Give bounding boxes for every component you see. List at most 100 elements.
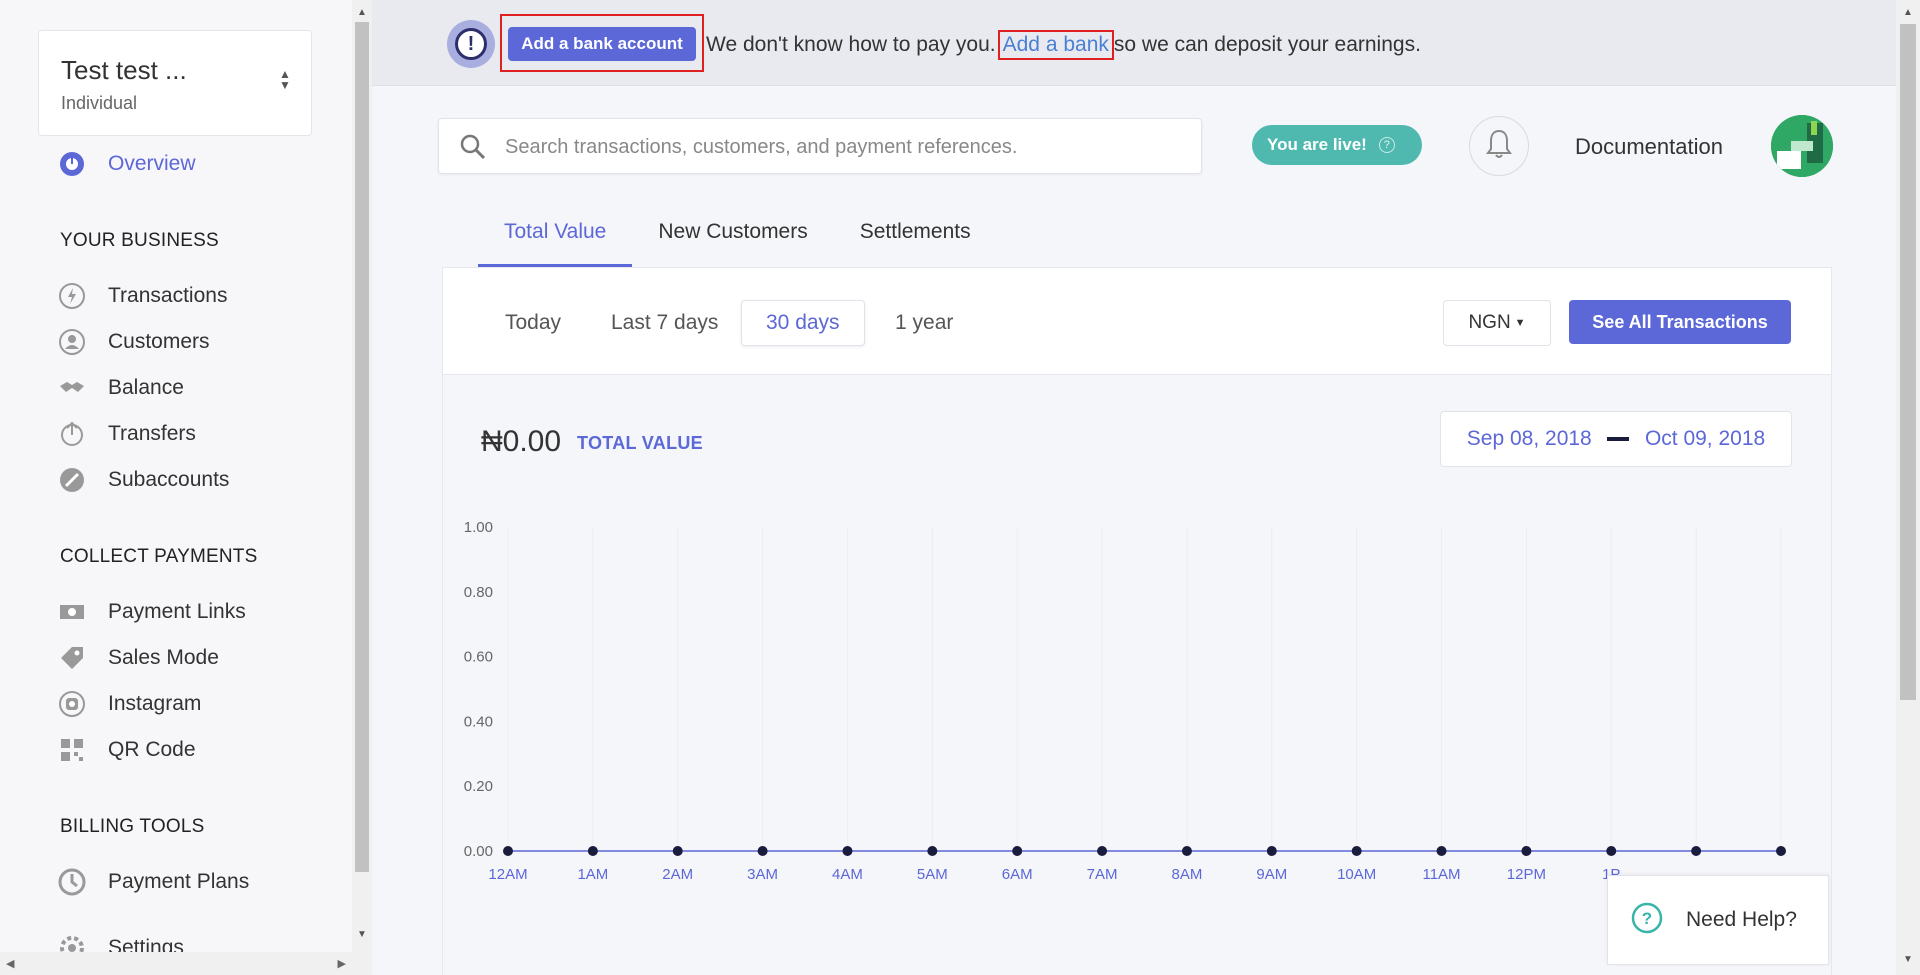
help-circle-icon[interactable]: ? [1378,137,1395,153]
sidebar-scrollbar[interactable]: ▲ ▼ [352,0,372,975]
sidebar-item-label: Transfers [108,422,196,445]
account-switcher[interactable]: Test test ... Individual ▲ ▼ [38,30,312,136]
subaccounts-icon [58,466,86,494]
data-point [1436,846,1447,856]
sidebar-item-label: Payment Plans [108,870,250,893]
add-bank-account-button[interactable]: Add a bank account [508,27,696,61]
y-tick-label: 0.40 [464,713,493,730]
sidebar: Test test ... Individual ▲ ▼ Overview YOU… [0,0,352,975]
search-input[interactable] [505,133,1185,161]
data-point [1521,846,1532,856]
x-tick-label: 10AM [1337,866,1376,883]
total-amount: ₦0.00 [481,425,562,458]
data-point [1012,846,1023,856]
sidebar-horizontal-scrollbar[interactable]: ◀ ▶ [0,952,352,975]
tab-settlements[interactable]: Settlements [834,210,997,268]
y-tick-label: 0.00 [464,843,493,860]
x-tick-label: 12PM [1507,866,1546,883]
avatar[interactable] [1771,115,1833,177]
section-title-your-business: YOUR BUSINESS [60,230,219,251]
sidebar-item-transfers[interactable]: Transfers [58,416,196,452]
banner-text-before: We don't know how to pay you. [706,33,996,56]
main-scroll-thumb[interactable] [1900,24,1916,700]
add-bank-link[interactable]: Add a bank [997,30,1114,60]
sidebar-item-sales-mode[interactable]: Sales Mode [58,640,219,676]
notifications-button[interactable] [1469,116,1529,176]
data-point [1351,846,1362,856]
x-tick-label: 8AM [1172,866,1203,883]
sidebar-item-payment-plans[interactable]: Payment Plans [58,864,249,900]
need-help-label: Need Help? [1686,908,1797,931]
sidebar-item-label: Overview [108,152,196,175]
section-title-collect-payments: COLLECT PAYMENTS [60,546,258,567]
total-value-chart: 1.00 0.80 0.60 0.40 0.20 0.00 12AM 1AM 2AM 3AM 4AM… [464,519,1786,883]
date-range-picker[interactable]: Sep 08, 2018 Oct 09, 2018 [1440,411,1792,467]
sidebar-scroll-thumb[interactable] [355,22,369,872]
live-status-badge[interactable]: You are live! ? [1252,125,1422,165]
y-tick-label: 1.00 [464,519,493,536]
main-scrollbar[interactable]: ▲ ▼ [1896,0,1920,975]
section-title-billing-tools: BILLING TOOLS [60,816,205,837]
need-help-widget[interactable]: ? Need Help? [1607,875,1829,965]
search-box [438,118,1202,174]
data-point [842,846,853,856]
range-1-year[interactable]: 1 year [871,300,977,346]
sidebar-item-label: Sales Mode [108,646,219,669]
x-tick-label: 6AM [1002,866,1033,883]
scroll-up-arrow-icon[interactable]: ▲ [1902,8,1914,18]
y-tick-label: 0.80 [464,584,493,601]
sidebar-item-label: QR Code [108,738,196,761]
sidebar-item-customers[interactable]: Customers [58,324,210,360]
range-30-days[interactable]: 30 days [741,300,865,346]
data-point [587,846,598,856]
x-tick-label: 2AM [662,866,693,883]
sidebar-item-transactions[interactable]: Transactions [58,278,227,314]
scroll-down-arrow-icon[interactable]: ▼ [356,930,368,940]
sidebar-item-qr-code[interactable]: QR Code [58,732,196,768]
data-point [1181,846,1192,856]
banner-message: We don't know how to pay you. Add a bank… [706,30,1421,60]
bell-icon [1484,128,1514,165]
sidebar-item-instagram[interactable]: Instagram [58,686,201,722]
range-last-7-days[interactable]: Last 7 days [587,300,742,346]
filter-card: Today Last 7 days 30 days 1 year NGN ▼ S… [442,267,1832,375]
sidebar-item-label: Instagram [108,692,202,715]
qr-code-icon [58,736,86,764]
tab-new-customers[interactable]: New Customers [632,210,833,268]
x-tick-label: 4AM [832,866,863,883]
account-name: Test test ... [61,55,187,85]
scroll-down-arrow-icon[interactable]: ▼ [1902,955,1914,965]
main-content: ! Add a bank account We don't know how t… [372,0,1896,975]
banner-text-after: so we can deposit your earnings. [1113,33,1421,56]
alert-icon: ! [447,20,495,68]
sidebar-item-balance[interactable]: Balance [58,370,184,406]
see-all-transactions-button[interactable]: See All Transactions [1569,300,1791,344]
sidebar-item-label: Transactions [108,284,228,307]
transfers-icon [58,420,86,448]
sidebar-item-subaccounts[interactable]: Subaccounts [58,462,229,498]
money-icon [58,598,86,626]
scroll-up-arrow-icon[interactable]: ▲ [356,8,368,18]
tabs: Total Value New Customers Settlements [478,210,997,268]
x-tick-label: 7AM [1087,866,1118,883]
caret-down-icon: ▼ [1514,317,1526,329]
y-tick-label: 0.60 [464,649,493,666]
sidebar-item-overview[interactable]: Overview [58,146,196,182]
range-today[interactable]: Today [481,300,585,346]
x-tick-label: 5AM [917,866,948,883]
transactions-icon [58,282,86,310]
sidebar-item-label: Customers [108,330,210,353]
data-point [672,846,683,856]
total-value-label: TOTAL VALUE [577,433,703,453]
y-tick-label: 0.20 [464,778,493,795]
handshake-icon [58,374,86,402]
documentation-link[interactable]: Documentation [1575,134,1723,160]
sidebar-item-payment-links[interactable]: Payment Links [58,594,246,630]
sidebar-item-label: Payment Links [108,600,246,623]
data-point [503,846,513,856]
sidebar-item-label: Subaccounts [108,468,230,491]
overview-icon [58,150,86,178]
tab-total-value[interactable]: Total Value [478,210,633,268]
currency-select[interactable]: NGN ▼ [1443,300,1551,346]
live-label: You are live! [1267,135,1367,154]
